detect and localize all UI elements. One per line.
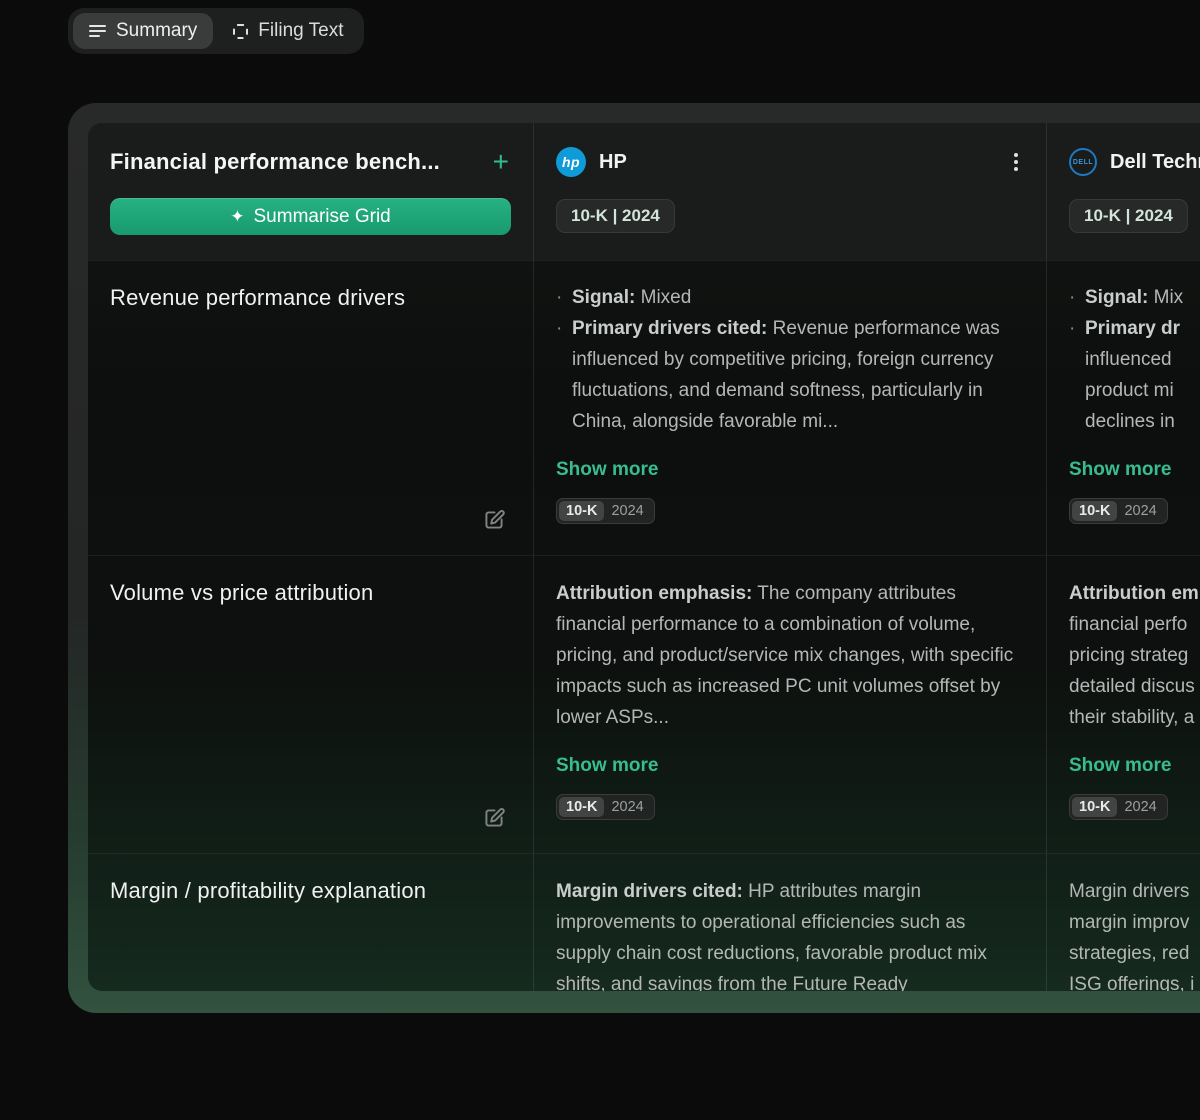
show-more-link[interactable]: Show more [556, 755, 658, 777]
citation-year: 2024 [604, 503, 651, 519]
text-line: financial perfo [1069, 609, 1199, 640]
text-line: influenced [1069, 344, 1183, 375]
company-header-dell: DELL Dell Technologies 10-K | 2024 [1046, 123, 1200, 260]
row-label-cell-volume: Volume vs price attribution [88, 555, 533, 853]
tab-summary[interactable]: Summary [73, 13, 213, 49]
tab-summary-label: Summary [116, 20, 197, 42]
citation-type: 10-K [559, 797, 604, 817]
citation-badge: 10-K 2024 [1069, 498, 1168, 524]
bullet-dot: · [556, 282, 572, 313]
add-column-icon[interactable]: + [491, 149, 511, 175]
tab-filing-text-label: Filing Text [258, 20, 343, 42]
citation-badge: 10-K 2024 [1069, 794, 1168, 820]
drivers-lead: Primary drivers cited: [572, 318, 767, 339]
cell-revenue-dell: · Signal: Mix · Primary dr influenced pr… [1046, 260, 1200, 555]
text-line: strategies, red [1069, 938, 1200, 969]
company-name-hp: HP [599, 151, 627, 174]
row-label-cell-margin: Margin / profitability explanation [88, 853, 533, 991]
citation-year: 2024 [1117, 799, 1164, 815]
column-menu-icon[interactable] [1008, 149, 1024, 175]
cell-volume-hp: Attribution emphasis: The company attrib… [533, 555, 1046, 853]
show-more-link[interactable]: Show more [1069, 755, 1171, 777]
bullet-item: · Signal: Mixed [556, 282, 1004, 313]
bullet-dot: · [1069, 313, 1085, 344]
grid-panel: Financial performance bench... + ✦ Summa… [88, 123, 1200, 991]
attribution-lead: Attribution em [1069, 583, 1199, 604]
summarise-grid-label: Summarise Grid [254, 206, 391, 228]
summarise-grid-button[interactable]: ✦ Summarise Grid [110, 198, 511, 235]
citation-type: 10-K [1072, 797, 1117, 817]
citation-badge: 10-K 2024 [556, 794, 655, 820]
tab-filing-text[interactable]: Filing Text [217, 13, 359, 49]
show-more-link[interactable]: Show more [1069, 459, 1171, 481]
attribution-lead: Attribution emphasis: [556, 583, 752, 604]
company-name-dell: Dell Technologies [1110, 151, 1200, 174]
cell-revenue-hp: · Signal: Mixed · Primary drivers cited:… [533, 260, 1046, 555]
citation-type: 10-K [559, 501, 604, 521]
hp-logo-icon: hp [556, 147, 586, 177]
cell-margin-hp: Margin drivers cited: HP attributes marg… [533, 853, 1046, 991]
edit-row-icon[interactable] [481, 507, 507, 533]
company-header-hp: hp HP 10-K | 2024 [533, 123, 1046, 260]
text-line: pricing strateg [1069, 640, 1199, 671]
sparkle-icon: ✦ [230, 207, 244, 227]
summary-lines-icon [89, 25, 106, 37]
bullet-dot: · [556, 313, 572, 437]
signal-lead: Signal: [572, 287, 635, 308]
signal-value: Mixed [635, 287, 691, 308]
filing-badge-dell: 10-K | 2024 [1069, 199, 1188, 233]
attribution-value: The company attributes financial perform… [556, 583, 1013, 728]
cell-margin-dell: Margin drivers margin improv strategies,… [1046, 853, 1200, 991]
text-line: declines in [1069, 406, 1183, 437]
signal-value: Mix [1148, 287, 1183, 308]
citation-year: 2024 [604, 799, 651, 815]
text-line: product mi [1069, 375, 1183, 406]
text-line: ISG offerings, i [1069, 969, 1200, 991]
row-label-revenue: Revenue performance drivers [110, 285, 511, 311]
dell-logo-icon: DELL [1069, 148, 1097, 176]
bullet-item: · Primary drivers cited: Revenue perform… [556, 313, 1004, 437]
text-line: Margin drivers [1069, 876, 1200, 907]
signal-lead: Signal: [1085, 287, 1148, 308]
row-label-volume: Volume vs price attribution [110, 580, 511, 606]
citation-type: 10-K [1072, 501, 1117, 521]
text-line: their stability, a [1069, 702, 1199, 733]
drivers-lead: Primary dr [1085, 318, 1180, 339]
show-more-link[interactable]: Show more [556, 459, 658, 481]
row-label-margin: Margin / profitability explanation [110, 878, 511, 904]
view-tab-bar: Summary Filing Text [68, 8, 364, 54]
citation-year: 2024 [1117, 503, 1164, 519]
bullet-dot: · [1069, 282, 1085, 313]
benchmark-grid-card: Financial performance bench... + ✦ Summa… [68, 103, 1200, 1013]
citation-badge: 10-K 2024 [556, 498, 655, 524]
filing-text-scan-icon [233, 24, 248, 39]
text-line: margin improv [1069, 907, 1200, 938]
row-label-cell-revenue: Revenue performance drivers [88, 260, 533, 555]
grid-header-cell: Financial performance bench... + ✦ Summa… [88, 123, 533, 260]
margin-lead: Margin drivers cited: [556, 881, 743, 902]
text-line: detailed discus [1069, 671, 1199, 702]
filing-badge-hp: 10-K | 2024 [556, 199, 675, 233]
cell-volume-dell: Attribution em financial perfo pricing s… [1046, 555, 1200, 853]
edit-row-icon[interactable] [481, 805, 507, 831]
comparison-grid: Financial performance bench... + ✦ Summa… [88, 123, 1200, 991]
grid-title: Financial performance bench... [110, 149, 440, 175]
